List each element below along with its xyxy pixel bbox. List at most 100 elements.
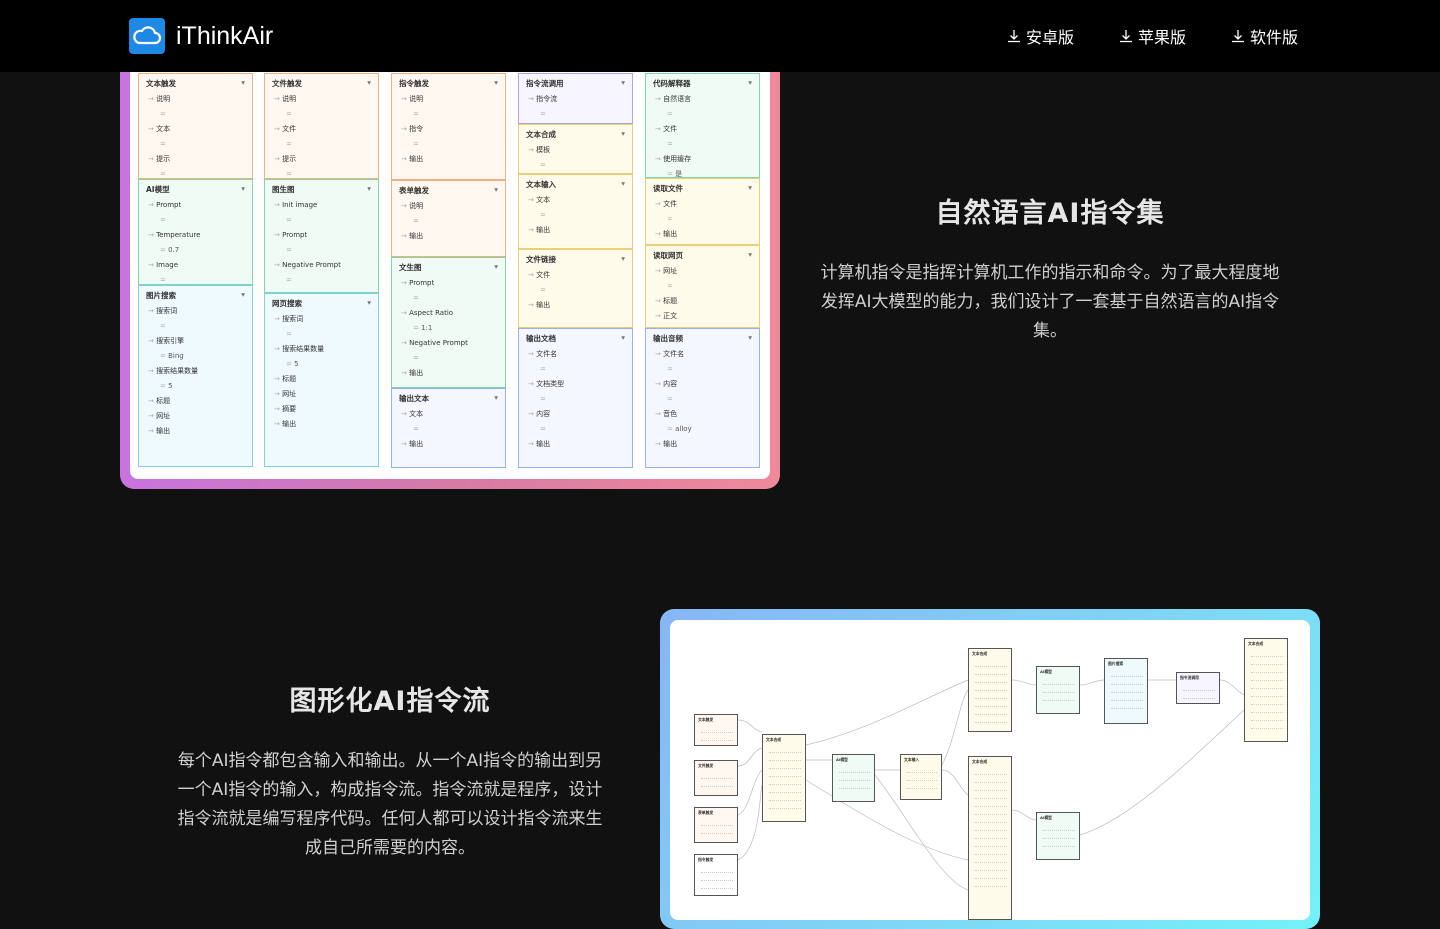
instruction-node-port[interactable]: Prompt — [265, 228, 378, 243]
instruction-node-port[interactable]: Image — [139, 258, 252, 273]
instruction-node[interactable]: 输出文本 ▾ 文本输出 — [391, 388, 506, 468]
instruction-node-value[interactable] — [139, 213, 252, 228]
flow-node[interactable]: 文件触发 — [694, 760, 738, 796]
nav-desktop-download[interactable]: 软件版 — [1230, 24, 1298, 48]
chevron-down-icon[interactable]: ▾ — [494, 393, 498, 404]
chevron-down-icon[interactable]: ▾ — [748, 333, 752, 344]
instruction-node-value[interactable] — [265, 213, 378, 228]
instruction-node-port[interactable]: 输出 — [265, 417, 378, 432]
instruction-node-value[interactable] — [519, 422, 632, 437]
instruction-node-port[interactable]: Init image — [265, 198, 378, 213]
instruction-node-port[interactable]: 输出 — [519, 223, 632, 238]
instruction-node-port[interactable]: 标题 — [265, 372, 378, 387]
instruction-node[interactable]: 图生图 ▾ Init image Prompt Negative Prompt — [264, 179, 379, 293]
instruction-node-value[interactable] — [646, 392, 759, 407]
chevron-down-icon[interactable]: ▾ — [494, 185, 498, 196]
instruction-node-value[interactable] — [265, 137, 378, 152]
instruction-node-port[interactable]: 提示 — [265, 152, 378, 167]
instruction-node-port[interactable]: 输出 — [392, 152, 505, 167]
instruction-node[interactable]: 指令流调用 ▾ 指令流 — [518, 73, 633, 124]
instruction-node[interactable]: 文件触发 ▾ 说明文件提示 — [264, 73, 379, 179]
nav-ios-download[interactable]: 苹果版 — [1118, 24, 1186, 48]
instruction-node-port[interactable]: 输出 — [392, 366, 505, 381]
instruction-node-port[interactable]: 文件名 — [519, 347, 632, 362]
brand-name[interactable]: iThinkAir — [176, 20, 273, 52]
instruction-node-port[interactable]: 网址 — [139, 409, 252, 424]
flow-node[interactable]: 文本合成 — [968, 648, 1012, 732]
instruction-node-port[interactable]: 指令流 — [519, 92, 632, 107]
instruction-node-value[interactable] — [646, 362, 759, 377]
instruction-node-value[interactable] — [392, 422, 505, 437]
cloud-logo-icon[interactable] — [129, 18, 165, 54]
instruction-node-port[interactable]: 文本 — [519, 193, 632, 208]
instruction-node-port[interactable]: 说明 — [392, 92, 505, 107]
chevron-down-icon[interactable]: ▾ — [748, 78, 752, 89]
nav-android-download[interactable]: 安卓版 — [1006, 24, 1074, 48]
instruction-node-port[interactable]: 输出 — [139, 424, 252, 439]
instruction-node-port[interactable]: 输出 — [392, 437, 505, 452]
instruction-node[interactable]: AI模型 ▾ Prompt Temperature0.7Image — [138, 179, 253, 285]
instruction-node-value[interactable] — [265, 167, 378, 178]
chevron-down-icon[interactable]: ▾ — [621, 78, 625, 89]
instruction-node-value[interactable]: alloy — [646, 422, 759, 437]
instruction-node[interactable]: 代码解释器 ▾ 自然语言文件使用缓存是 — [645, 73, 760, 178]
instruction-node-value[interactable] — [392, 214, 505, 229]
chevron-down-icon[interactable]: ▾ — [367, 78, 371, 89]
instruction-node-value[interactable]: 0.7 — [139, 243, 252, 258]
instruction-node-value[interactable] — [139, 319, 252, 334]
instruction-node-value[interactable] — [519, 107, 632, 122]
instruction-node-value[interactable] — [646, 107, 759, 122]
instruction-node-port[interactable]: 模板 — [519, 143, 632, 158]
instruction-node-value[interactable]: 是 — [646, 167, 759, 177]
flow-node[interactable]: AI模型 — [832, 754, 875, 802]
instruction-node-port[interactable]: 标题 — [139, 394, 252, 409]
instruction-node-port[interactable]: 使用缓存 — [646, 152, 759, 167]
instruction-node-value[interactable] — [519, 158, 632, 173]
instruction-node-value[interactable] — [139, 107, 252, 122]
chevron-down-icon[interactable]: ▾ — [748, 250, 752, 261]
flow-node[interactable]: 文本输入 — [900, 754, 942, 800]
instruction-node-port[interactable]: 标题 — [646, 294, 759, 309]
instruction-node[interactable]: 输出音频 ▾ 文件名内容音色alloy输出 — [645, 328, 760, 468]
instruction-node-port[interactable]: 说明 — [139, 92, 252, 107]
flow-node[interactable]: 表单触发 — [694, 807, 738, 843]
instruction-node[interactable]: 图片搜索 ▾ 搜索词搜索引擎Bing搜索结果数量5标题网址输出 — [138, 285, 253, 467]
instruction-node-port[interactable]: 输出 — [646, 437, 759, 452]
instruction-node[interactable]: 指令触发 ▾ 说明指令输出 — [391, 73, 506, 180]
flow-node[interactable]: 指令触发 — [694, 854, 738, 896]
instruction-node-port[interactable]: 文件 — [519, 268, 632, 283]
instruction-node-value[interactable]: 5 — [139, 379, 252, 394]
instruction-node-port[interactable]: 输出 — [519, 437, 632, 452]
instruction-node-value[interactable] — [139, 137, 252, 152]
instruction-node-port[interactable]: 网址 — [265, 387, 378, 402]
instruction-node-port[interactable]: Temperature — [139, 228, 252, 243]
chevron-down-icon[interactable]: ▾ — [241, 184, 245, 195]
instruction-node-port[interactable]: 音色 — [646, 407, 759, 422]
instruction-node[interactable]: 文本合成 ▾ 模板 — [518, 124, 633, 174]
instruction-node-value[interactable]: 5 — [265, 357, 378, 372]
flow-node[interactable]: 文本合成 — [968, 756, 1012, 920]
instruction-node-port[interactable]: 文件 — [646, 122, 759, 137]
chevron-down-icon[interactable]: ▾ — [621, 333, 625, 344]
instruction-node-port[interactable]: 自然语言 — [646, 92, 759, 107]
instruction-node-port[interactable]: 摘要 — [265, 402, 378, 417]
instruction-node-value[interactable] — [519, 208, 632, 223]
flow-node[interactable]: 文本触发 — [694, 714, 738, 746]
chevron-down-icon[interactable]: ▾ — [748, 183, 752, 194]
instruction-node-port[interactable]: 搜索词 — [139, 304, 252, 319]
instruction-node-port[interactable]: 指令 — [392, 122, 505, 137]
instruction-node-value[interactable] — [265, 273, 378, 288]
chevron-down-icon[interactable]: ▾ — [367, 298, 371, 309]
instruction-node-port[interactable]: 搜索结果数量 — [265, 342, 378, 357]
instruction-node-port[interactable]: 文件名 — [646, 347, 759, 362]
chevron-down-icon[interactable]: ▾ — [241, 290, 245, 301]
instruction-node-value[interactable] — [646, 137, 759, 152]
instruction-node[interactable]: 文件链接 ▾ 文件输出 — [518, 249, 633, 328]
chevron-down-icon[interactable]: ▾ — [367, 184, 371, 195]
instruction-node-port[interactable]: 搜索词 — [265, 312, 378, 327]
instruction-node-value[interactable] — [646, 212, 759, 227]
instruction-node-port[interactable]: Prompt — [392, 276, 505, 291]
instruction-node-value[interactable] — [646, 279, 759, 294]
instruction-node[interactable]: 文本输入 ▾ 文本输出 — [518, 174, 633, 249]
instruction-node[interactable]: 读取文件 ▾ 文件输出 — [645, 178, 760, 245]
